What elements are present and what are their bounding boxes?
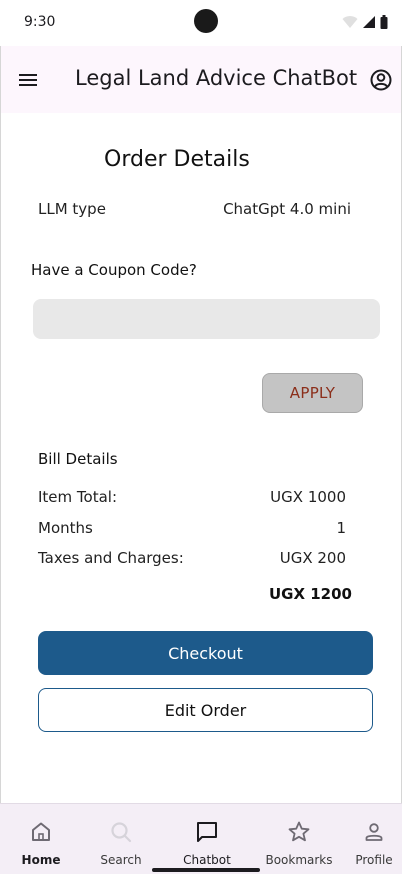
home-icon — [28, 819, 54, 845]
apply-button[interactable]: APPLY — [262, 373, 363, 413]
coupon-input[interactable] — [33, 299, 380, 339]
edit-order-button[interactable]: Edit Order — [38, 688, 373, 732]
page-title: Order Details — [104, 147, 250, 172]
screen-edge-left — [0, 46, 1, 803]
search-icon — [108, 819, 134, 845]
bill-row-value: UGX 200 — [279, 549, 346, 567]
camera-cutout — [194, 9, 218, 33]
wifi-icon — [342, 14, 358, 33]
status-bar: 9:30 — [0, 0, 402, 46]
nav-item-home[interactable]: Home — [8, 804, 74, 874]
status-time: 9:30 — [24, 14, 56, 30]
bill-row-value: 1 — [336, 519, 346, 537]
home-indicator[interactable] — [152, 868, 260, 872]
coupon-label: Have a Coupon Code? — [31, 261, 197, 279]
app-title: Legal Land Advice ChatBot — [75, 66, 358, 90]
nav-label-bookmarks: Bookmarks — [265, 853, 333, 867]
menu-icon[interactable] — [16, 68, 40, 92]
bill-row-value: UGX 1000 — [270, 488, 346, 506]
nav-item-bookmarks[interactable]: Bookmarks — [264, 804, 334, 874]
account-circle-icon[interactable] — [368, 67, 394, 93]
nav-label-search: Search — [100, 853, 142, 867]
nav-item-profile[interactable]: Profile — [348, 804, 400, 874]
status-icons — [342, 14, 388, 32]
nav-label-chatbot: Chatbot — [183, 853, 231, 867]
llm-type-label: LLM type — [38, 200, 106, 218]
bill-row: Months 1 — [38, 519, 346, 539]
llm-type-value: ChatGpt 4.0 mini — [223, 200, 351, 218]
checkout-button[interactable]: Checkout — [38, 631, 373, 675]
bill-details-title: Bill Details — [38, 450, 118, 468]
cellular-icon — [362, 14, 376, 33]
chat-icon — [194, 819, 220, 845]
app-bar: Legal Land Advice ChatBot — [0, 46, 402, 113]
nav-item-search[interactable]: Search — [88, 804, 154, 874]
bill-row-label: Taxes and Charges: — [38, 549, 184, 567]
nav-label-home: Home — [21, 853, 61, 867]
person-icon — [361, 819, 387, 845]
bill-row: Item Total: UGX 1000 — [38, 488, 346, 508]
nav-label-profile: Profile — [355, 853, 393, 867]
bill-total: UGX 1200 — [268, 585, 352, 603]
nav-item-chatbot[interactable]: Chatbot — [174, 804, 240, 874]
bill-row-label: Months — [38, 519, 93, 537]
bill-row-label: Item Total: — [38, 488, 117, 506]
bottom-nav: Home Search Chatbot Bookmarks Profile — [0, 803, 402, 874]
bill-row: Taxes and Charges: UGX 200 — [38, 549, 346, 569]
battery-icon — [380, 14, 388, 33]
star-icon — [286, 819, 312, 845]
